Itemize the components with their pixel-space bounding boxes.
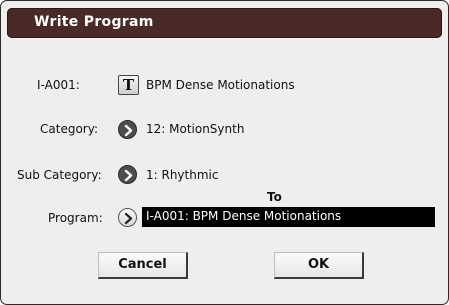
source-program-label: I-A001:	[37, 78, 80, 92]
destination-program-value: I-A001: BPM Dense Motionations	[146, 209, 342, 223]
ok-button[interactable]: OK	[274, 252, 364, 279]
popup-arrow-icon	[124, 124, 133, 137]
write-program-dialog: Write Program I-A001: T BPM Dense Motion…	[0, 0, 449, 305]
program-label: Program:	[48, 211, 103, 225]
to-label: To	[267, 190, 282, 204]
destination-program-field[interactable]: I-A001: BPM Dense Motionations	[142, 207, 435, 227]
popup-arrow-icon	[124, 169, 133, 182]
sub-category-value: 1: Rhythmic	[146, 168, 219, 182]
cancel-button[interactable]: Cancel	[98, 252, 188, 279]
sub-category-label: Sub Category:	[17, 168, 102, 182]
category-label: Category:	[40, 122, 98, 136]
text-edit-button[interactable]: T	[118, 75, 139, 95]
dialog-titlebar: Write Program	[7, 8, 442, 38]
sub-category-popup-button[interactable]	[118, 165, 137, 184]
program-popup-button[interactable]	[118, 208, 137, 227]
source-program-name: BPM Dense Motionations	[146, 78, 295, 92]
text-edit-icon: T	[122, 76, 135, 94]
category-popup-button[interactable]	[118, 120, 137, 139]
category-value: 12: MotionSynth	[146, 122, 245, 136]
dialog-title: Write Program	[34, 14, 154, 30]
popup-arrow-icon	[124, 212, 133, 225]
